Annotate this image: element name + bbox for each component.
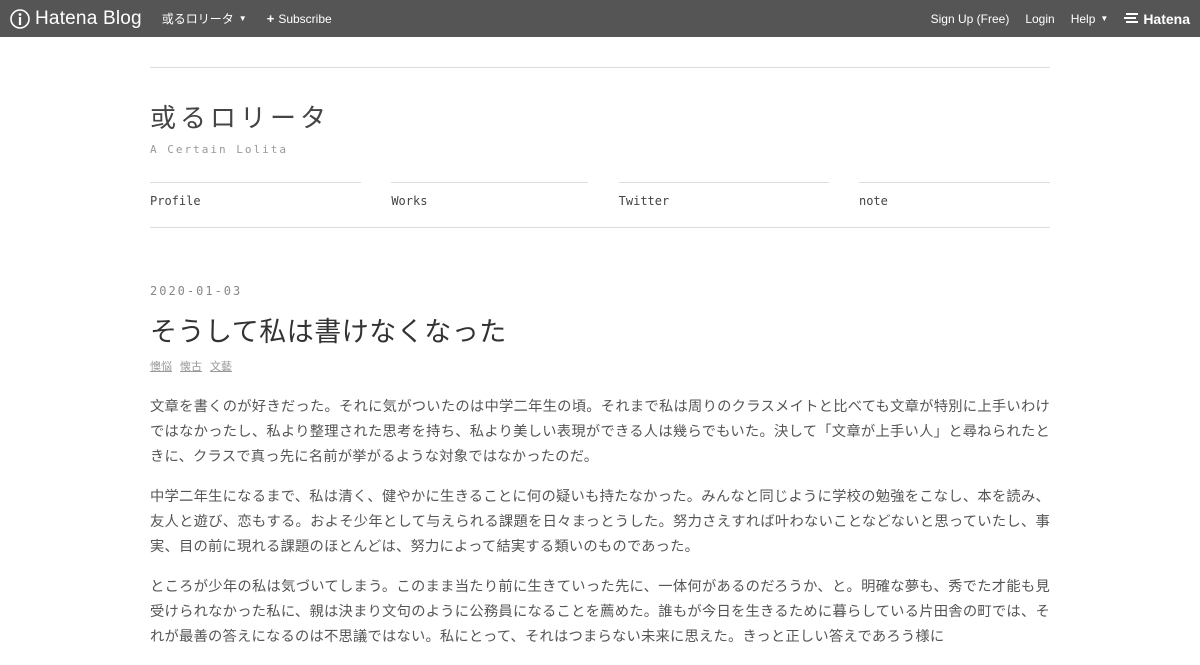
chevron-down-icon: ▼	[1100, 14, 1109, 23]
plus-icon: +	[266, 11, 275, 26]
blog-subtitle: A Certain Lolita	[150, 143, 288, 156]
hatena-blog-logo-text: Hatena Blog	[35, 7, 142, 29]
login-label: Login	[1025, 11, 1055, 26]
global-header-bar: Hatena Blog 或るロリータ ▼ + Subscribe Sign Up…	[0, 0, 1200, 37]
chevron-down-icon: ▼	[238, 14, 247, 23]
hatena-logo-icon	[1124, 11, 1140, 27]
global-header-right: Sign Up (Free) Login Help ▼ Hatena	[915, 0, 1200, 37]
category-link[interactable]: 懊悩	[150, 358, 172, 374]
entry-paragraph: 中学二年生になるまで、私は清く、健やかに生きることに何の疑いも持たなかった。みん…	[150, 489, 1050, 555]
hatena-logo[interactable]: Hatena	[1124, 11, 1190, 27]
help-label: Help	[1070, 11, 1096, 26]
entry-paragraph: ところが少年の私は気づいてしまう。このまま当たり前に生きていった先に、一体何があ…	[150, 579, 1050, 645]
hatena-blog-logo[interactable]: Hatena Blog	[10, 8, 142, 30]
nav-item-works[interactable]: Works	[391, 182, 589, 208]
entry-categories: 懊悩 懐古 文藝	[150, 358, 1050, 374]
login-link[interactable]: Login	[1025, 12, 1054, 26]
blog-menu-dropdown[interactable]: 或るロリータ ▼	[162, 10, 247, 27]
help-dropdown[interactable]: Help ▼	[1071, 12, 1109, 26]
hatena-logo-text: Hatena	[1143, 10, 1190, 27]
category-link[interactable]: 懐古	[180, 358, 202, 374]
category-link[interactable]: 文藝	[210, 358, 232, 374]
blog-nav: Profile Works Twitter note	[150, 182, 1050, 208]
entry-title[interactable]: そうして私は書けなくなった	[150, 310, 1050, 349]
entry-paragraph: 文章を書くのが好きだった。それに気がついたのは中学二年生の頃。それまで私は周りの…	[150, 399, 1050, 465]
blog-title[interactable]: 或るロリータ	[150, 98, 1050, 135]
entry-body: 文章を書くのが好きだった。それに気がついたのは中学二年生の頃。それまで私は周りの…	[150, 395, 1050, 650]
hatena-blog-logo-icon	[10, 8, 30, 29]
global-header-left: Hatena Blog 或るロリータ ▼ + Subscribe	[0, 0, 332, 37]
subscribe-button[interactable]: + Subscribe	[267, 11, 332, 26]
signup-link[interactable]: Sign Up (Free)	[931, 12, 1010, 26]
main-container: 或るロリータ A Certain Lolita Profile Works Tw…	[150, 37, 1050, 665]
entry-date[interactable]: 2020-01-03	[150, 284, 1050, 298]
signup-label: Sign Up (Free)	[930, 11, 1010, 26]
blog-menu-label: 或るロリータ	[161, 12, 234, 26]
nav-bottom-divider	[150, 227, 1050, 228]
nav-item-profile[interactable]: Profile	[150, 182, 361, 208]
nav-item-note[interactable]: note	[858, 182, 1050, 208]
header-top-divider	[150, 67, 1050, 68]
subscribe-label: Subscribe	[278, 11, 332, 26]
nav-item-twitter[interactable]: Twitter	[618, 182, 829, 208]
